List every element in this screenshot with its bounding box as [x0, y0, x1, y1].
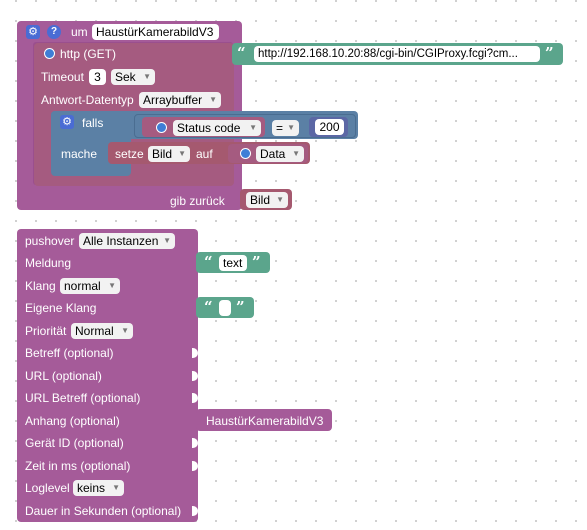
priority-label: Priorität	[25, 324, 67, 338]
if-label: falls	[82, 116, 104, 130]
response-type-dropdown[interactable]: Arraybuffer ▼	[139, 92, 221, 108]
return-var-dropdown[interactable]: Bild ▼	[246, 192, 288, 208]
duration-label: Dauer in Sekunden (optional)	[25, 504, 182, 518]
data-value: Data	[260, 147, 286, 161]
globe-icon	[156, 122, 167, 133]
data-dropdown[interactable]: Data ▼	[256, 146, 304, 162]
dropdown-arrow-icon: ▼	[143, 72, 151, 81]
dropdown-arrow-icon: ▼	[108, 281, 116, 290]
globe-icon	[240, 148, 251, 159]
compare-value-field[interactable]: 200	[315, 119, 344, 135]
loglevel-label: Loglevel	[25, 481, 70, 495]
quote-icon: ”	[236, 298, 245, 316]
custom-sound-label: Eigene Klang	[25, 301, 97, 315]
set-var-dropdown[interactable]: Bild ▼	[148, 146, 190, 162]
loglevel-dropdown[interactable]: keins ▼	[73, 480, 124, 496]
return-var-value: Bild	[250, 193, 271, 207]
set-to-label: auf	[196, 147, 213, 161]
dropdown-arrow-icon: ▼	[163, 236, 171, 245]
dropdown-arrow-icon: ▼	[249, 123, 257, 132]
http-label: http (GET)	[60, 47, 117, 61]
dropdown-arrow-icon: ▼	[276, 195, 284, 204]
device-label: Gerät ID (optional)	[25, 436, 124, 450]
quote-icon: “	[237, 44, 246, 62]
timeout-unit-value: Sek	[115, 70, 136, 84]
sound-value: normal	[64, 279, 101, 293]
function-prefix: um	[71, 25, 88, 39]
set-var-value: Bild	[152, 147, 173, 161]
url-label: URL (optional)	[25, 369, 102, 383]
sound-label: Klang	[25, 279, 56, 293]
dropdown-arrow-icon: ▼	[178, 149, 186, 158]
attachment-label: Anhang (optional)	[25, 414, 120, 428]
operator-dropdown[interactable]: = ▼	[272, 120, 299, 136]
subject-label: Betreff (optional)	[25, 346, 114, 360]
help-icon[interactable]: ?	[47, 25, 61, 39]
quote-icon: “	[204, 298, 213, 316]
quote-icon: “	[204, 253, 213, 271]
quote-icon: ”	[545, 44, 554, 62]
dropdown-arrow-icon: ▼	[121, 326, 129, 335]
timeout-unit-dropdown[interactable]: Sek ▼	[111, 69, 155, 85]
dropdown-arrow-icon: ▼	[112, 483, 120, 492]
loglevel-value: keins	[77, 481, 106, 495]
response-type-value: Arraybuffer	[143, 93, 203, 107]
message-label: Meldung	[25, 256, 72, 270]
instance-value: Alle Instanzen	[83, 234, 159, 248]
dropdown-arrow-icon: ▼	[292, 149, 300, 158]
instance-dropdown[interactable]: Alle Instanzen ▼	[79, 233, 175, 249]
function-name-field[interactable]: HaustürKamerabildV3	[92, 24, 219, 40]
priority-dropdown[interactable]: Normal ▼	[71, 323, 133, 339]
return-label: gib zurück	[170, 194, 225, 208]
dropdown-arrow-icon: ▼	[209, 95, 217, 104]
status-code-dropdown[interactable]: Status code ▼	[173, 120, 261, 136]
dropdown-arrow-icon: ▼	[287, 123, 295, 132]
do-label: mache	[61, 147, 98, 161]
set-label: setze	[115, 147, 144, 161]
operator-value: =	[276, 121, 284, 135]
url-subject-label: URL Betreff (optional)	[25, 391, 141, 405]
message-field[interactable]: text	[219, 255, 247, 271]
attachment-value: HaustürKamerabildV3	[206, 414, 324, 428]
priority-value: Normal	[75, 324, 114, 338]
response-type-label: Antwort-Datentyp	[41, 93, 134, 107]
url-field[interactable]: http://192.168.10.20:88/cgi-bin/CGIProxy…	[254, 46, 540, 62]
time-label: Zeit in ms (optional)	[25, 459, 131, 473]
custom-sound-field[interactable]	[219, 300, 231, 316]
timeout-field[interactable]: 3	[89, 69, 106, 85]
gear-icon[interactable]: ⚙	[26, 25, 40, 39]
timeout-label: Timeout	[41, 70, 84, 84]
quote-icon: ”	[252, 253, 261, 271]
sound-dropdown[interactable]: normal ▼	[60, 278, 120, 294]
gear-icon[interactable]: ⚙	[60, 115, 74, 129]
globe-icon	[44, 48, 55, 59]
status-code-value: Status code	[177, 121, 241, 135]
pushover-title: pushover	[25, 234, 75, 248]
